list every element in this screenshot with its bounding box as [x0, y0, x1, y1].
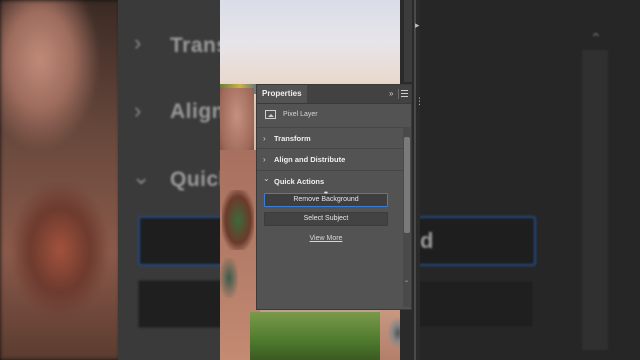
properties-panel: Properties » Pixel Layer › Transform › A…: [256, 84, 412, 310]
zoomed-background-left: › Trans › Align ⌄ Quick: [0, 0, 220, 360]
zoomed-section-transform: Trans: [170, 34, 220, 57]
panel-scrollbar[interactable]: ⌄: [403, 127, 411, 307]
chevron-right-icon: ›: [263, 155, 266, 164]
section-label: Align and Distribute: [274, 155, 346, 164]
collapse-panel-icon[interactable]: »: [389, 89, 393, 99]
toolbar-handle-icon[interactable]: ⋮: [415, 96, 424, 107]
chevron-right-icon: ›: [263, 134, 266, 143]
toolbar-divider: [414, 0, 416, 360]
view-more-link[interactable]: View More: [257, 235, 395, 242]
chevron-down-icon: ⌄: [263, 174, 270, 183]
button-label: Select Subject: [303, 215, 349, 222]
toolbar-icon[interactable]: ▸: [415, 20, 420, 31]
panel-header: Properties »: [257, 85, 411, 104]
toolbar-strip-top: [404, 0, 412, 82]
zoomed-button-focus-right: [420, 216, 536, 266]
zoomed-chevron-down-icon: ⌄: [132, 164, 151, 189]
zoomed-scrollbar: [582, 50, 608, 350]
photo-tattoo: [222, 190, 254, 250]
zoomed-section-quick: Quick: [170, 168, 220, 191]
zoomed-photo-left: [0, 0, 120, 360]
scroll-down-icon[interactable]: ⌄: [404, 277, 409, 284]
zoomed-chevron-icon: ›: [134, 98, 142, 123]
remove-background-button[interactable]: Remove Background ••: [264, 190, 388, 207]
zoomed-text-right: d: [420, 228, 434, 253]
layer-type-label: Pixel Layer: [283, 111, 318, 118]
zoomed-button: [138, 280, 220, 328]
section-quick-actions[interactable]: ⌄ Quick Actions: [257, 170, 403, 193]
scrollbar-thumb[interactable]: [404, 137, 410, 233]
zoomed-chevron-icon: ›: [134, 30, 142, 55]
loading-spinner-icon: ••: [324, 190, 328, 197]
section-align-distribute[interactable]: › Align and Distribute: [257, 148, 403, 171]
zoomed-scroll-up-icon: ⌃: [590, 30, 602, 46]
photo-tattoo: [220, 258, 238, 298]
zoomed-section-align: Align: [170, 100, 220, 123]
section-label: Transform: [274, 134, 311, 143]
photo-head: [220, 88, 254, 158]
zoomed-button-right: [420, 280, 534, 328]
tab-properties[interactable]: Properties: [257, 85, 307, 103]
zoomed-button-focus: [138, 216, 220, 266]
section-label: Quick Actions: [274, 177, 325, 186]
section-transform[interactable]: › Transform: [257, 127, 403, 150]
layer-type-row: Pixel Layer: [257, 104, 411, 126]
pixel-layer-icon: [265, 110, 276, 119]
select-subject-button[interactable]: Select Subject: [264, 212, 388, 226]
panel-menu-icon[interactable]: [401, 90, 408, 97]
header-divider: [398, 89, 399, 99]
